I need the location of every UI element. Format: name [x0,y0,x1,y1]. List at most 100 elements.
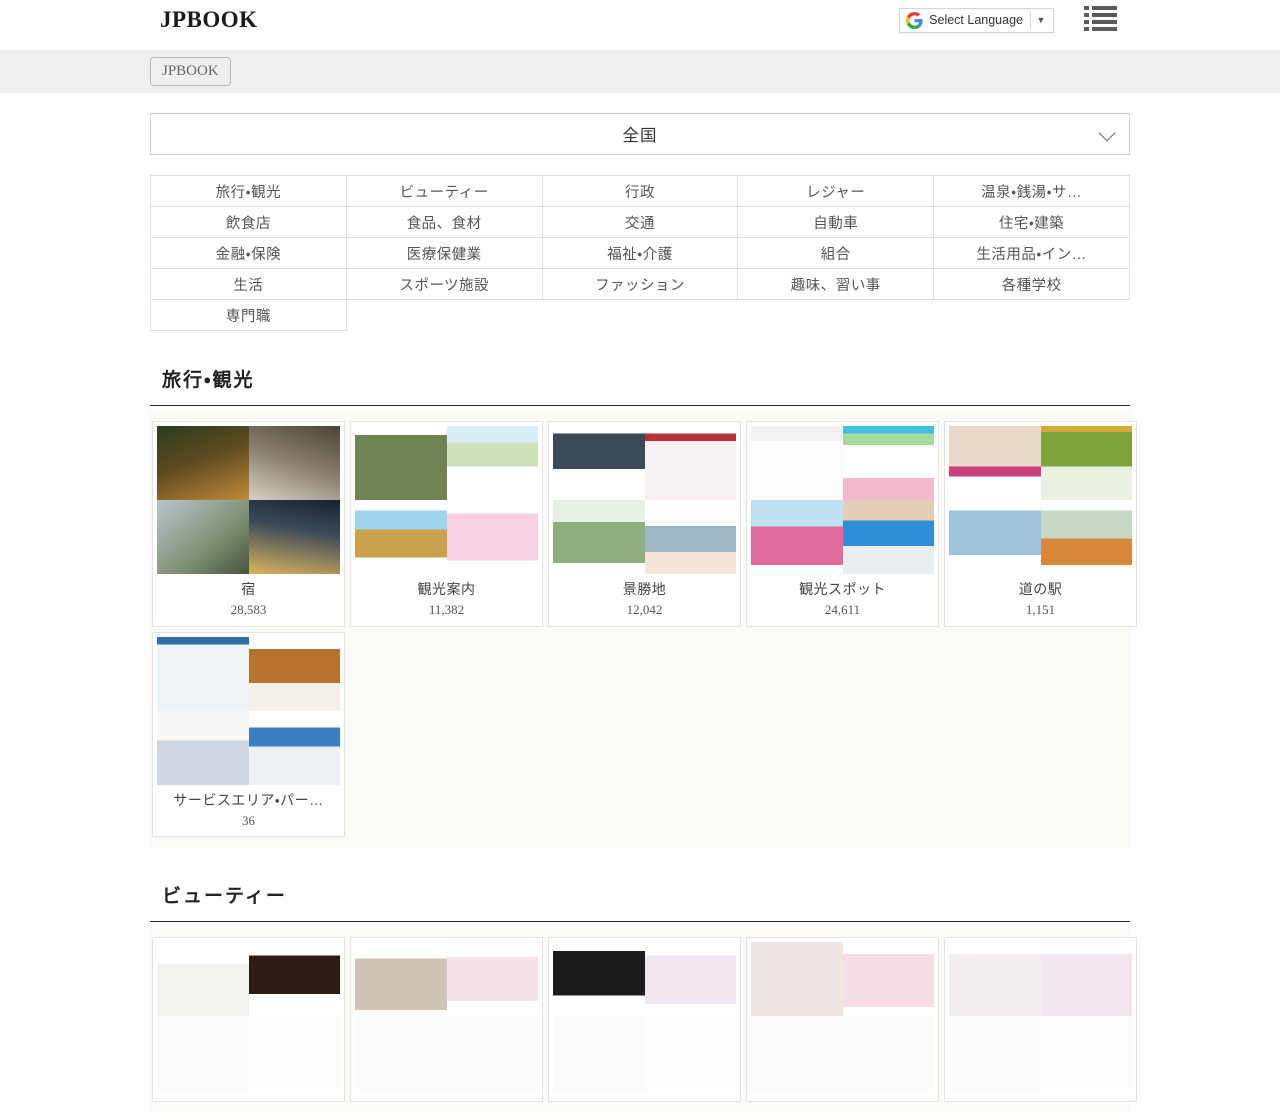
card-sa-pa[interactable]: サービスエリア・パー… 36 [152,632,345,838]
chevron-down-icon [1099,125,1116,142]
category-cell-empty [542,300,738,331]
thumbnail-sa-pa-sites [157,637,340,785]
card-yado[interactable]: 宿 28,583 [152,421,345,627]
category-cell[interactable]: 自動車 [738,207,934,238]
card-beauty-3[interactable] [548,937,741,1102]
card-label: 景勝地 [553,579,736,600]
category-cell-empty [738,300,934,331]
category-cell[interactable]: 金融・保険 [151,238,347,269]
menu-icon-square [1084,13,1089,17]
category-cell[interactable]: 交通 [542,207,738,238]
menu-icon-row [1084,13,1117,17]
category-cell[interactable]: 住宅・建築 [934,207,1130,238]
chevron-down-icon[interactable]: ▼ [1031,9,1051,32]
category-cell[interactable]: ファッション [542,269,738,300]
google-translate-widget[interactable]: Select Language ▼ [899,8,1054,33]
cards-row: 宿 28,583 観光案内 11,382 [150,421,1130,627]
card-label: 観光案内 [355,579,538,600]
category-cell[interactable]: 温泉・銭湯・サ… [934,176,1130,207]
menu-icon-line [1092,20,1117,24]
card-spot[interactable]: 観光スポット 24,611 [746,421,939,627]
category-cell-empty [934,300,1130,331]
menu-icon-square [1084,6,1089,10]
card-beauty-2[interactable] [350,937,543,1102]
category-cell[interactable]: 趣味、習い事 [738,269,934,300]
category-cell[interactable]: 飲食店 [151,207,347,238]
region-select[interactable]: 全国 [150,113,1130,155]
category-cell[interactable]: 医療保健業 [346,238,542,269]
card-label: 道の駅 [949,579,1132,600]
card-count: 1,151 [949,600,1132,620]
card-michinoeki[interactable]: 道の駅 1,151 [944,421,1137,627]
table-row: 飲食店 食品、食材 交通 自動車 住宅・建築 [151,207,1130,238]
cards-row [150,937,1130,1102]
card-scenic[interactable]: 景勝地 12,042 [548,421,741,627]
section-title: ビューティー [150,881,1130,922]
category-table: 旅行・観光 ビューティー 行政 レジャー 温泉・銭湯・サ… 飲食店 食品、食材 … [150,175,1130,331]
google-g-icon [906,12,923,29]
cards-panel [150,927,1130,1112]
cards-panel: 宿 28,583 観光案内 11,382 [150,411,1130,847]
breadcrumb-item-jpbook[interactable]: JPBOOK [150,57,231,87]
section-beauty: ビューティー [150,881,1130,1112]
card-beauty-4[interactable] [746,937,939,1102]
section-travel: 旅行・観光 宿 28,583 [150,365,1130,847]
category-cell[interactable]: 福祉・介護 [542,238,738,269]
card-beauty-1[interactable] [152,937,345,1102]
card-beauty-5[interactable] [944,937,1137,1102]
category-cell[interactable]: 組合 [738,238,934,269]
thumbnail-spot-sites [751,426,934,574]
category-cell-empty [346,300,542,331]
header-right-group: Select Language ▼ [899,6,1117,34]
card-count: 12,042 [553,600,736,620]
menu-icon-square [1084,27,1089,31]
category-cell[interactable]: レジャー [738,176,934,207]
menu-icon-square [1084,20,1089,24]
thumbnail-beauty-1 [157,942,340,1090]
thumbnail-beauty-3 [553,942,736,1090]
category-cell[interactable]: 生活 [151,269,347,300]
card-count: 24,611 [751,600,934,620]
site-logo[interactable]: JPBOOK [160,6,258,34]
section-title: 旅行・観光 [150,365,1130,406]
table-row: 金融・保険 医療保健業 福祉・介護 組合 生活用品・イン… [151,238,1130,269]
category-cell[interactable]: 旅行・観光 [151,176,347,207]
card-count: 28,583 [157,600,340,620]
list-menu-icon[interactable] [1084,6,1117,34]
category-cell[interactable]: ビューティー [346,176,542,207]
category-cell[interactable]: 各種学校 [934,269,1130,300]
category-cell[interactable]: 専門職 [151,300,347,331]
card-label: サービスエリア・パー… [157,790,340,811]
menu-icon-row [1084,20,1117,24]
category-cell[interactable]: 食品、食材 [346,207,542,238]
site-header: JPBOOK Select Language ▼ [0,0,1280,44]
thumbnail-beauty-2 [355,942,538,1090]
category-cell[interactable]: 生活用品・イン… [934,238,1130,269]
menu-icon-row [1084,6,1117,10]
category-cell[interactable]: スポーツ施設 [346,269,542,300]
thumbnail-michinoeki-sites [949,426,1132,574]
menu-icon-row [1084,27,1117,31]
card-label: 宿 [157,579,340,600]
category-cell[interactable]: 行政 [542,176,738,207]
thumbnail-scenic-sites [553,426,736,574]
table-row: 専門職 [151,300,1130,331]
thumbnail-beauty-4 [751,942,934,1090]
menu-icon-line [1092,13,1117,17]
card-label: 観光スポット [751,579,934,600]
main-content: 全国 旅行・観光 ビューティー 行政 レジャー 温泉・銭湯・サ… 飲食店 食品、… [150,113,1130,1112]
menu-icon-line [1092,6,1117,10]
card-count: 11,382 [355,600,538,620]
breadcrumb: JPBOOK [0,50,1280,93]
translate-label: Select Language [929,13,1030,27]
thumbnail-tourism-sites [355,426,538,574]
thumbnail-ryokan-photos [157,426,340,574]
table-row: 生活 スポーツ施設 ファッション 趣味、習い事 各種学校 [151,269,1130,300]
thumbnail-beauty-5 [949,942,1132,1090]
card-tourism-info[interactable]: 観光案内 11,382 [350,421,543,627]
cards-row: サービスエリア・パー… 36 [150,632,1130,838]
menu-icon-line [1092,27,1117,31]
region-select-value: 全国 [623,122,658,146]
card-count: 36 [157,811,340,831]
table-row: 旅行・観光 ビューティー 行政 レジャー 温泉・銭湯・サ… [151,176,1130,207]
